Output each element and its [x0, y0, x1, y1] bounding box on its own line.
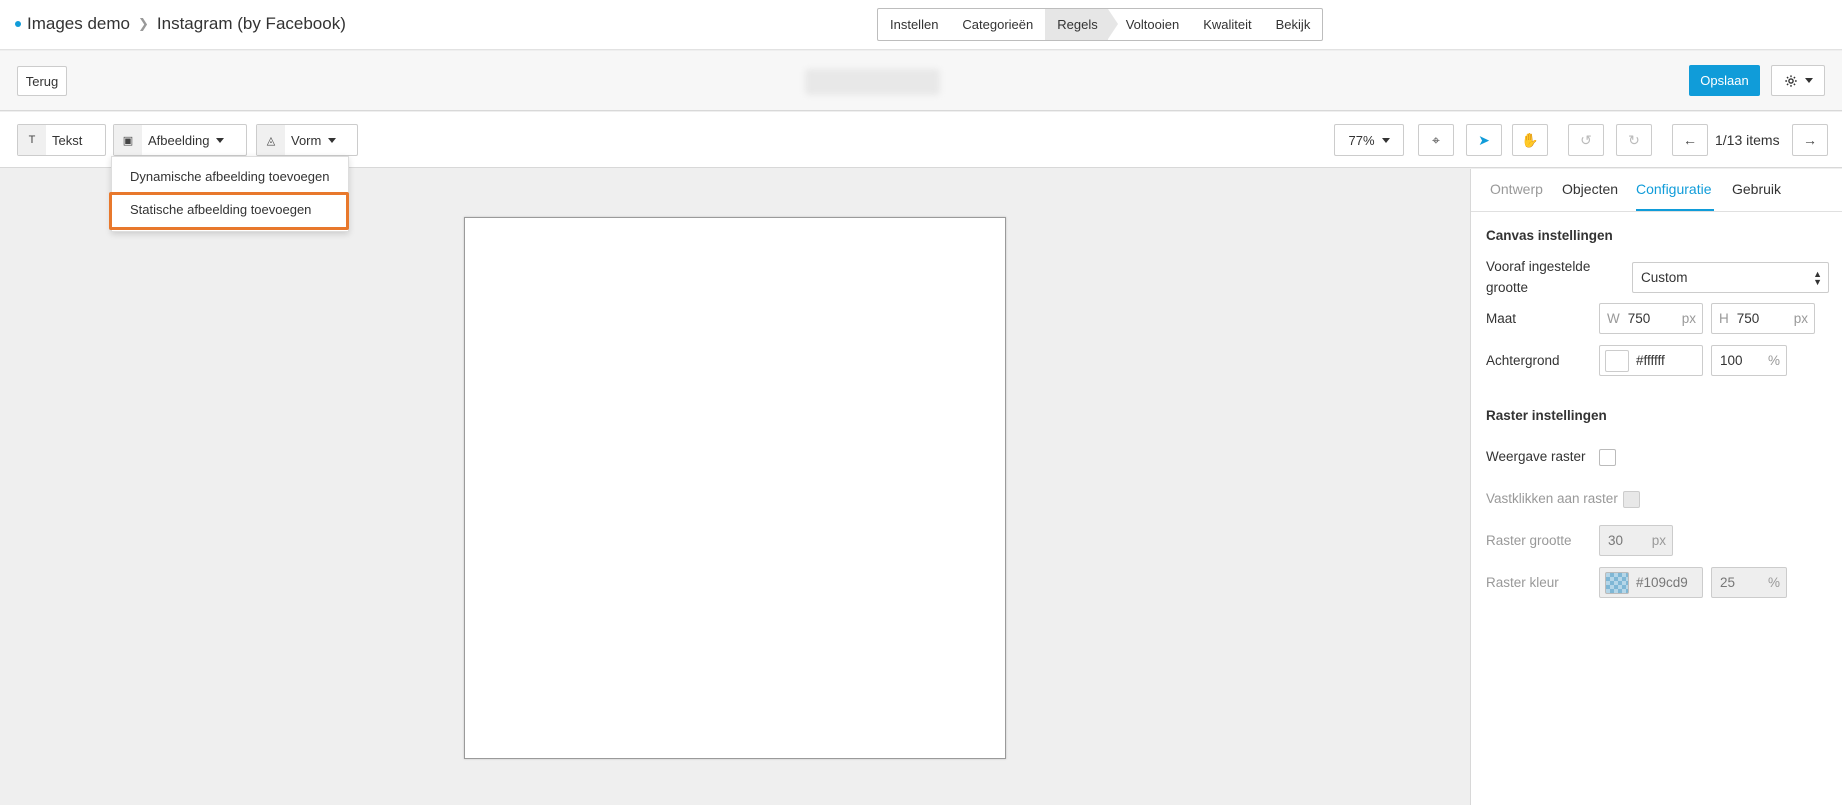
redo-button[interactable]: ↻	[1616, 124, 1652, 156]
hand-icon: ✋	[1521, 131, 1539, 148]
show-grid-checkbox[interactable]	[1599, 449, 1616, 466]
add-text-button[interactable]: T Tekst	[17, 124, 106, 156]
zoom-select[interactable]: 77%	[1334, 124, 1404, 156]
preset-size-select[interactable]: Custom ▲ ▼	[1632, 262, 1829, 293]
shapes-icon: ◬	[257, 125, 285, 155]
zoom-value: 77%	[1348, 132, 1375, 148]
menu-item-static-image[interactable]: Statische afbeelding toevoegen	[130, 202, 311, 217]
top-bar: Images demo ❯ Instagram (by Facebook) In…	[0, 0, 1842, 50]
grid-size-unit: px	[1651, 533, 1666, 548]
percent-unit: %	[1767, 575, 1780, 590]
breadcrumb: Images demo ❯ Instagram (by Facebook)	[15, 14, 346, 34]
width-input[interactable]: W 750 px	[1599, 303, 1703, 334]
height-input[interactable]: H 750 px	[1711, 303, 1815, 334]
action-bar: Terug Opslaan	[0, 51, 1842, 111]
image-icon: ▣	[114, 125, 142, 155]
next-item-button[interactable]: →	[1792, 124, 1828, 156]
grid-color-input[interactable]: #109cd9	[1599, 567, 1703, 598]
status-dot-icon	[15, 21, 21, 27]
background-opacity-input[interactable]: 100 %	[1711, 345, 1787, 376]
grid-size-input[interactable]: 30 px	[1599, 525, 1673, 556]
grid-color-swatch[interactable]	[1605, 571, 1629, 594]
width-prefix: W	[1607, 311, 1620, 326]
percent-unit: %	[1767, 353, 1780, 368]
grid-opacity-input[interactable]: 25 %	[1711, 567, 1787, 598]
step-kwaliteit[interactable]: Kwaliteit	[1191, 9, 1263, 40]
grid-size-value: 30	[1608, 533, 1624, 548]
chevron-right-icon: ❯	[138, 16, 149, 31]
add-image-label: Afbeelding	[148, 132, 210, 148]
breadcrumb-current: Instagram (by Facebook)	[156, 14, 346, 33]
settings-dropdown-button[interactable]	[1771, 65, 1825, 96]
arrow-left-icon: ←	[1683, 132, 1697, 148]
grid-color-value: #109cd9	[1636, 575, 1688, 590]
chevron-down-icon	[1381, 137, 1390, 143]
wizard-steps: Instellen Categorieën Regels Voltooien K…	[877, 8, 1324, 41]
width-value: 750	[1627, 311, 1651, 326]
properties-panel: Ontwerp Objecten Configuratie Gebruik Ca…	[1470, 169, 1842, 805]
step-bekijk[interactable]: Bekijk	[1264, 9, 1323, 40]
image-dropdown-menu: Dynamische afbeelding toevoegen Statisch…	[111, 156, 349, 232]
show-grid-label: Weergave raster	[1486, 449, 1586, 464]
background-opacity-value: 100	[1720, 353, 1743, 368]
grid-settings-title: Raster instellingen	[1486, 408, 1607, 423]
add-text-label: Tekst	[52, 132, 83, 148]
snap-grid-label: Vastklikken aan raster	[1486, 491, 1618, 506]
menu-item-dynamic-image[interactable]: Dynamische afbeelding toevoegen	[130, 169, 329, 184]
grid-opacity-value: 25	[1720, 575, 1736, 590]
background-label: Achtergrond	[1486, 353, 1560, 368]
tab-gebruik[interactable]: Gebruik	[1732, 181, 1781, 197]
chevron-down-icon	[216, 137, 225, 143]
chevron-down-icon	[1804, 78, 1813, 83]
redo-icon: ↻	[1628, 131, 1640, 148]
preset-size-label: Vooraf ingestelde grootte	[1486, 259, 1591, 295]
add-shape-label: Vorm	[291, 132, 322, 148]
breadcrumb-root[interactable]: Images demo	[27, 14, 130, 34]
back-button[interactable]: Terug	[17, 66, 67, 96]
arrow-right-icon: →	[1803, 132, 1817, 148]
tab-configuratie[interactable]: Configuratie	[1636, 181, 1712, 197]
blurred-title	[805, 69, 940, 95]
previous-item-button[interactable]: ←	[1672, 124, 1708, 156]
design-canvas[interactable]	[464, 217, 1006, 759]
select-tool-button[interactable]: ➤	[1466, 124, 1502, 156]
step-instellen[interactable]: Instellen	[878, 9, 950, 40]
save-button[interactable]: Opslaan	[1689, 65, 1760, 96]
height-value: 750	[1736, 311, 1760, 326]
text-icon: T	[18, 125, 46, 155]
undo-icon: ↺	[1580, 131, 1592, 148]
add-image-button[interactable]: ▣ Afbeelding	[113, 124, 247, 156]
tab-ontwerp[interactable]: Ontwerp	[1490, 181, 1543, 197]
crosshair-icon: ⌖	[1432, 131, 1440, 148]
canvas-settings-title: Canvas instellingen	[1486, 228, 1613, 243]
height-prefix: H	[1719, 311, 1729, 326]
grid-color-label: Raster kleur	[1486, 575, 1559, 590]
add-shape-button[interactable]: ◬ Vorm	[256, 124, 358, 156]
chevron-down-icon	[328, 137, 337, 143]
step-regels[interactable]: Regels	[1045, 9, 1119, 40]
undo-button[interactable]: ↺	[1568, 124, 1604, 156]
size-label: Maat	[1486, 311, 1517, 326]
center-button[interactable]: ⌖	[1418, 124, 1454, 156]
height-unit: px	[1793, 311, 1808, 326]
preset-size-value: Custom	[1641, 270, 1688, 285]
pan-tool-button[interactable]: ✋	[1512, 124, 1548, 156]
gear-icon	[1784, 74, 1797, 87]
step-categorieen[interactable]: Categorieën	[950, 9, 1045, 40]
snap-grid-checkbox[interactable]	[1623, 491, 1640, 508]
step-voltooien[interactable]: Voltooien	[1108, 9, 1192, 40]
width-unit: px	[1681, 311, 1696, 326]
item-counter: 1/13 items	[1715, 132, 1780, 148]
grid-size-label: Raster grootte	[1486, 533, 1572, 548]
background-color-input[interactable]: #ffffff	[1599, 345, 1703, 376]
background-color-value: #ffffff	[1636, 353, 1665, 368]
active-tab-indicator	[1636, 209, 1714, 211]
sort-arrows-icon: ▲ ▼	[1813, 269, 1822, 287]
tab-objecten[interactable]: Objecten	[1562, 181, 1618, 197]
pointer-icon: ➤	[1478, 131, 1490, 148]
panel-tabs: Ontwerp Objecten Configuratie Gebruik	[1471, 169, 1842, 212]
color-swatch[interactable]	[1605, 349, 1629, 372]
